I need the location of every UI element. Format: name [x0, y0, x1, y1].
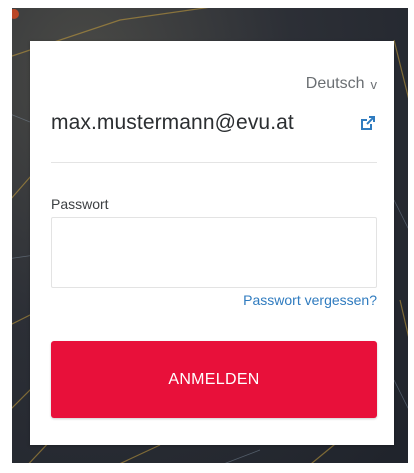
password-field[interactable]: [51, 217, 377, 288]
login-button[interactable]: ANMELDEN: [51, 341, 377, 418]
frame-top: [0, 0, 414, 8]
account-email: max.mustermann@evu.at: [51, 111, 294, 134]
frame-bottom: [0, 463, 414, 473]
language-label: Deutsch: [305, 75, 365, 92]
login-card: Deutsch v max.mustermann@evu.at Passwort…: [30, 41, 394, 445]
password-label: Passwort: [51, 196, 109, 212]
divider: [51, 162, 377, 163]
frame-left: [0, 0, 12, 473]
language-selector[interactable]: Deutsch v: [306, 75, 377, 93]
edit-external-icon[interactable]: [359, 114, 377, 132]
chevron-down-icon: v: [370, 76, 378, 92]
account-row: max.mustermann@evu.at: [51, 111, 377, 135]
forgot-password-link[interactable]: Passwort vergessen?: [243, 292, 377, 308]
frame-right: [408, 0, 414, 473]
